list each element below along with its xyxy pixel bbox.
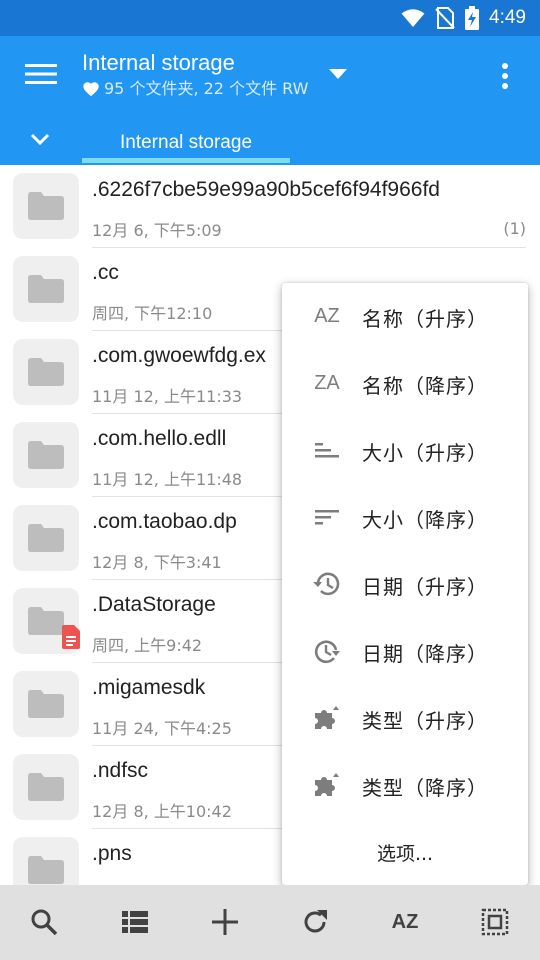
puzzle-ascending-icon: [310, 703, 344, 733]
sort-button[interactable]: AZ: [383, 900, 427, 944]
file-name: .com.gwoewfdg.ex: [92, 344, 266, 367]
folder-icon: [28, 192, 64, 220]
clock-forward-icon: [310, 636, 344, 666]
sort-name-desc-item[interactable]: ZA 名称（降序）: [282, 350, 528, 417]
sort-name-asc-item[interactable]: AZ 名称（升序）: [282, 283, 528, 350]
add-button[interactable]: [203, 900, 247, 944]
puzzle-descending-icon: [310, 770, 344, 800]
list-view-icon: [122, 911, 148, 933]
file-date: 11月 12, 上午11:33: [92, 387, 243, 406]
menu-label: 大小（升序）: [362, 441, 488, 465]
refresh-icon: [304, 910, 327, 933]
sort-menu: AZ 名称（升序） ZA 名称（降序） 大小（升序） 大小（降序） 日期（升序）…: [282, 283, 528, 885]
heart-icon: [83, 82, 99, 97]
sort-type-asc-item[interactable]: 类型（升序）: [282, 685, 528, 752]
search-icon: [31, 909, 58, 936]
sort-size-desc-item[interactable]: 大小（降序）: [282, 484, 528, 551]
file-date: 12月 8, 上午10:42: [92, 802, 232, 821]
folder-icon: [28, 441, 64, 469]
app-bar: Internal storage 95 个文件夹, 22 个文件 RW Inte…: [0, 36, 540, 165]
wifi-icon: [401, 9, 425, 27]
tab-indicator: [82, 158, 290, 163]
menu-label: 名称（降序）: [362, 374, 488, 398]
sort-date-desc-item[interactable]: 日期（降序）: [282, 618, 528, 685]
storage-dropdown-button[interactable]: [326, 64, 350, 84]
menu-label: 类型（升序）: [362, 709, 488, 733]
file-name: .DataStorage: [92, 593, 216, 616]
no-sim-icon: [435, 7, 455, 29]
status-bar: 4:49: [0, 0, 540, 36]
sort-date-asc-item[interactable]: 日期（升序）: [282, 551, 528, 618]
file-name: .pns: [92, 842, 132, 865]
file-name: .cc: [92, 261, 119, 284]
sort-options-item[interactable]: 选项...: [282, 819, 528, 886]
document-badge-icon: [62, 625, 80, 649]
folder-icon: [28, 773, 64, 801]
collapse-tabs-button[interactable]: [20, 124, 60, 154]
sort-za-icon: ZA: [314, 371, 340, 394]
file-name: .com.hello.edll: [92, 427, 227, 450]
file-date: 11月 24, 下午4:25: [92, 719, 232, 738]
subtitle-text: 95 个文件夹, 22 个文件 RW: [104, 79, 309, 98]
hamburger-menu-button[interactable]: [14, 52, 68, 96]
folder-tile: [13, 256, 79, 322]
battery-charging-icon: [465, 6, 480, 30]
folder-icon: [28, 856, 64, 884]
status-time: 4:49: [489, 7, 526, 28]
menu-label: 类型（降序）: [362, 776, 488, 800]
folder-tile: [13, 505, 79, 571]
folder-icon: [28, 524, 64, 552]
chevron-down-icon: [30, 133, 50, 146]
list-item[interactable]: .6226f7cbe59e99a90b5cef6f94f966fd 12月 6,…: [0, 165, 540, 248]
bottom-toolbar: AZ: [0, 885, 540, 960]
sort-az-icon: AZ: [391, 910, 419, 933]
item-count: (1): [503, 219, 526, 238]
folder-icon: [28, 690, 64, 718]
folder-tile: [13, 671, 79, 737]
size-ascending-icon: [310, 435, 344, 465]
menu-label: 日期（降序）: [362, 642, 488, 666]
file-date: 周四, 上午9:42: [92, 636, 203, 655]
file-date: 周四, 下午12:10: [92, 304, 213, 323]
folder-icon: [28, 607, 64, 635]
dropdown-arrow-icon: [329, 69, 347, 79]
folder-icon: [28, 358, 64, 386]
folder-icon: [28, 275, 64, 303]
hamburger-icon: [25, 64, 57, 84]
file-name: .6226f7cbe59e99a90b5cef6f94f966fd: [92, 178, 440, 201]
tab-label: Internal storage: [119, 131, 253, 153]
folder-tile: [13, 754, 79, 820]
list-view-button[interactable]: [113, 900, 157, 944]
sort-type-desc-item[interactable]: 类型（降序）: [282, 752, 528, 819]
sort-az-icon: AZ: [314, 304, 340, 327]
file-name: .ndfsc: [92, 759, 149, 782]
status-icons: 4:49: [401, 5, 526, 31]
file-date: 12月 6, 下午5:09: [92, 221, 222, 240]
overflow-menu-button[interactable]: [490, 56, 520, 96]
file-date: 12月 8, 下午3:41: [92, 553, 222, 572]
file-name: .com.taobao.dp: [92, 510, 237, 533]
history-icon: [310, 569, 344, 599]
select-all-icon: [481, 908, 509, 936]
folder-tile: [13, 339, 79, 405]
search-button[interactable]: [22, 900, 66, 944]
size-descending-icon: [310, 502, 344, 532]
file-date: 11月 12, 上午11:48: [92, 470, 243, 489]
file-name: .migamesdk: [92, 676, 206, 699]
refresh-button[interactable]: [293, 900, 337, 944]
menu-label: 名称（升序）: [362, 307, 488, 331]
select-all-button[interactable]: [473, 900, 517, 944]
add-icon: [212, 909, 238, 935]
folder-tile: [13, 422, 79, 488]
more-vert-icon: [502, 63, 508, 89]
folder-tile: [13, 173, 79, 239]
folder-tile: [13, 837, 79, 885]
sort-size-asc-item[interactable]: 大小（升序）: [282, 417, 528, 484]
menu-label: 日期（升序）: [362, 575, 488, 599]
menu-label: 大小（降序）: [362, 508, 488, 532]
